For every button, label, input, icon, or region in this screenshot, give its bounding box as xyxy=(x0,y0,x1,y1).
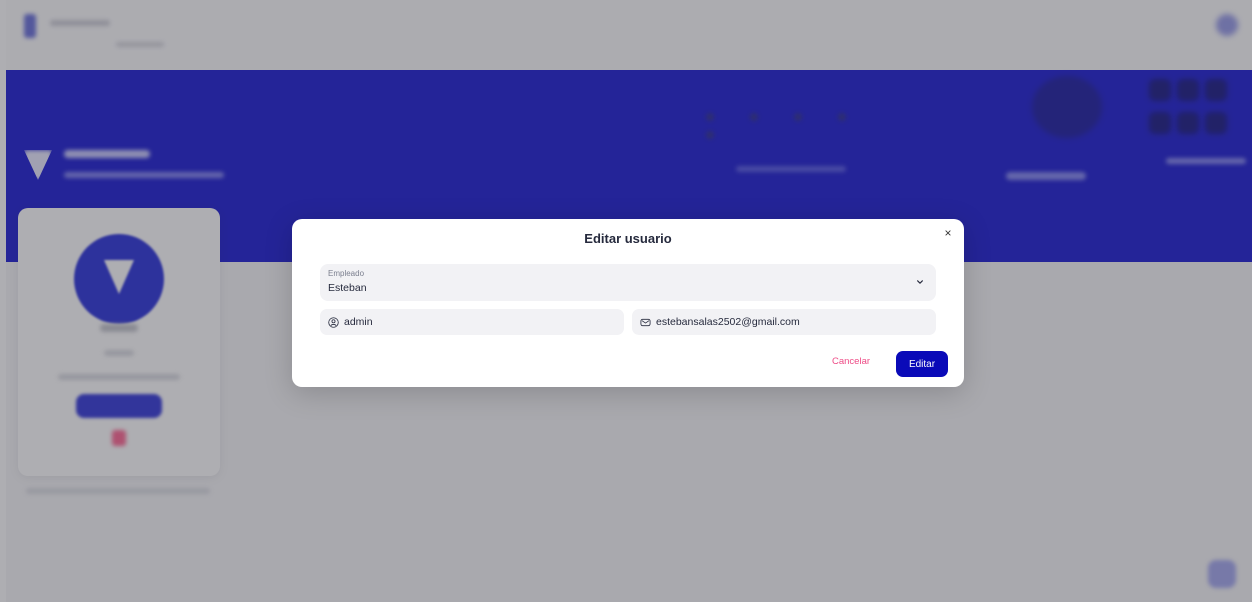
email-input[interactable] xyxy=(656,316,916,328)
employee-value: Esteban xyxy=(328,282,367,294)
employee-select[interactable]: Empleado Esteban xyxy=(320,264,936,301)
cancel-button[interactable]: Cancelar xyxy=(832,356,870,367)
email-field[interactable] xyxy=(632,309,936,335)
username-input[interactable] xyxy=(344,316,604,328)
submit-edit-button[interactable]: Editar xyxy=(896,351,948,377)
user-icon xyxy=(328,316,339,328)
username-field[interactable] xyxy=(320,309,624,335)
employee-label: Empleado xyxy=(328,269,365,278)
close-button[interactable]: × xyxy=(941,226,955,240)
edit-user-modal: Editar usuario × Empleado Esteban Cancel… xyxy=(292,219,964,387)
mail-icon xyxy=(640,317,651,328)
modal-title: Editar usuario xyxy=(584,231,672,246)
chevron-down-icon xyxy=(917,280,923,284)
